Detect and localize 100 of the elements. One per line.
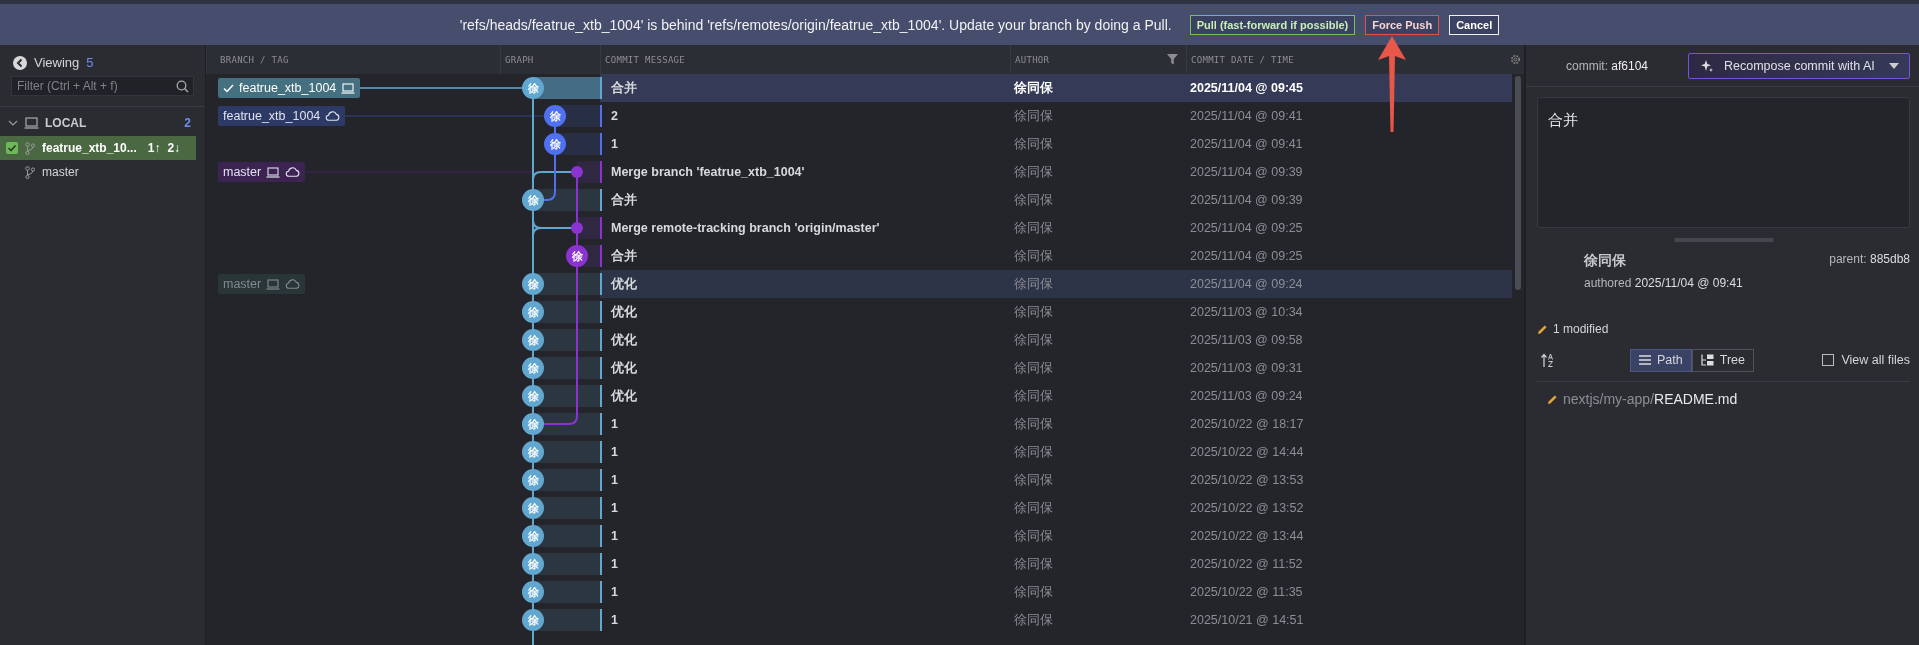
chevron-down-icon[interactable] (8, 119, 18, 127)
viewing-label: Viewing (34, 55, 80, 70)
branch-label[interactable]: featrue_xtb_1004 (218, 78, 361, 98)
commit-row[interactable]: Merge remote-tracking branch 'origin/master' 徐同保 2025/11/04 @ 09:25 (600, 214, 1512, 242)
cancel-button[interactable]: Cancel (1449, 14, 1500, 35)
commit-message: 合并 (600, 189, 1010, 211)
author-name: 徐同保 (1013, 611, 1054, 629)
commit-row[interactable]: 优化 徐同保 2025/11/03 @ 10:34 (600, 298, 1512, 326)
branch-item[interactable]: master (0, 160, 196, 184)
column-title[interactable]: GRAPH (505, 54, 534, 65)
commit-row[interactable]: 合并 徐同保 2025/11/04 @ 09:39 (600, 186, 1512, 214)
commit-date: 2025/11/04 @ 09:24 (1189, 277, 1304, 291)
laptop-icon (24, 117, 39, 129)
modified-count: 1 modified (1553, 322, 1609, 336)
checkbox[interactable] (6, 142, 18, 154)
commit-row[interactable]: 1 徐同保 2025/11/04 @ 09:41 (600, 130, 1512, 158)
branch-name: featrue_xtb_10... (42, 141, 137, 155)
commit-row[interactable]: 1 徐同保 2025/10/22 @ 13:44 (600, 522, 1512, 550)
filter-icon[interactable] (1167, 54, 1178, 65)
branch-label[interactable]: featrue_xtb_1004 (218, 106, 346, 126)
commit-date: 2025/10/22 @ 13:44 (1189, 529, 1305, 543)
behind-count: 2↓ (167, 141, 181, 155)
commit-message: 1 (600, 525, 1010, 547)
back-icon[interactable] (13, 55, 27, 70)
path-view-button[interactable]: Path (1630, 348, 1692, 372)
view-all-files-checkbox[interactable]: View all files (1822, 353, 1910, 367)
commit-row[interactable]: 1 徐同保 2025/10/22 @ 13:52 (600, 494, 1512, 522)
branch-label[interactable]: master (218, 162, 306, 182)
viewing-count: 5 (86, 55, 94, 70)
commit-date: 2025/10/22 @ 13:52 (1189, 501, 1305, 515)
author-name: 徐同保 (1013, 415, 1054, 433)
commit-row[interactable]: 1 徐同保 2025/10/22 @ 14:44 (600, 438, 1512, 466)
ahead-count: 1↑ (147, 141, 161, 155)
commit-message: 优化 (600, 357, 1010, 379)
recompose-ai-button[interactable]: Recompose commit with AI (1688, 52, 1910, 79)
commit-date: 2025/11/03 @ 09:24 (1189, 389, 1304, 403)
file-item[interactable]: nextjs/my-app/README.md (1537, 382, 1910, 407)
column-title[interactable]: COMMIT DATE / TIME (1191, 54, 1294, 65)
cloud-icon (325, 111, 341, 121)
check-icon (223, 83, 234, 93)
commit-row[interactable]: 优化 徐同保 2025/11/04 @ 09:24 (600, 270, 1512, 298)
commit-date: 2025/11/03 @ 10:34 (1189, 305, 1304, 319)
commit-date: 2025/10/22 @ 13:53 (1189, 473, 1305, 487)
sort-icon[interactable] (1541, 352, 1555, 368)
commit-row[interactable]: 1 徐同保 2025/10/22 @ 18:17 (600, 410, 1512, 438)
commit-date: 2025/11/03 @ 09:58 (1189, 333, 1304, 347)
branch-icon (25, 165, 35, 179)
merge-commit-dot[interactable] (571, 222, 583, 234)
pencil-icon (1547, 393, 1558, 405)
commit-message: 优化 (600, 301, 1010, 323)
commit-row[interactable]: 优化 徐同保 2025/11/03 @ 09:24 (600, 382, 1512, 410)
commit-row[interactable]: 1 徐同保 2025/10/21 @ 14:51 (600, 606, 1512, 634)
cloud-icon (285, 167, 301, 177)
author-name: 徐同保 (1013, 359, 1054, 377)
column-title[interactable]: AUTHOR (1015, 54, 1050, 65)
author-name: 徐同保 (1013, 471, 1054, 489)
commit-avatar[interactable]: 徐 (544, 105, 566, 127)
branch-label[interactable]: master (218, 274, 306, 294)
parent-label: parent: (1829, 252, 1867, 266)
settings-icon[interactable] (1509, 54, 1521, 65)
commit-row[interactable]: 合并 徐同保 2025/11/04 @ 09:45 (600, 74, 1512, 102)
caret-icon (1889, 62, 1899, 69)
commit-avatar[interactable]: 徐 (566, 245, 588, 267)
force-push-button[interactable]: Force Push (1365, 14, 1440, 35)
commit-message-field[interactable]: 合并 (1537, 97, 1910, 228)
commit-avatar[interactable]: 徐 (544, 133, 566, 155)
author-name: 徐同保 (1013, 163, 1054, 181)
commit-date: 2025/11/04 @ 09:25 (1189, 249, 1304, 263)
branch-name: master (42, 165, 79, 179)
commit-row[interactable]: 1 徐同保 2025/10/22 @ 11:35 (600, 578, 1512, 606)
branch-label-text: master (223, 277, 262, 291)
author-name: 徐同保 (1013, 527, 1054, 545)
parent-id[interactable]: 885db8 (1869, 252, 1910, 266)
section-count: 2 (184, 116, 191, 130)
commit-row[interactable]: Merge branch 'featrue_xtb_1004' 徐同保 2025/11/04 @ 09:39 (600, 158, 1512, 186)
scrollbar[interactable] (1515, 76, 1521, 290)
authored-date: 2025/11/04 @ 09:41 (1634, 276, 1743, 290)
commit-row[interactable]: 优化 徐同保 2025/11/03 @ 09:58 (600, 326, 1512, 354)
commit-row[interactable]: 2 徐同保 2025/11/04 @ 09:41 (600, 102, 1512, 130)
commit-date: 2025/10/22 @ 11:35 (1189, 585, 1304, 599)
commit-message: 1 (600, 413, 1010, 435)
pull-button[interactable]: Pull (fast-forward if possible) (1189, 14, 1356, 35)
commit-date: 2025/11/03 @ 09:31 (1189, 361, 1304, 375)
commit-message: 1 (600, 497, 1010, 519)
commit-row[interactable]: 1 徐同保 2025/10/22 @ 11:52 (600, 550, 1512, 578)
merge-commit-dot[interactable] (571, 166, 583, 178)
column-title[interactable]: COMMIT MESSAGE (605, 54, 686, 65)
branch-item[interactable]: featrue_xtb_10... 1↑ 2↓ (0, 136, 196, 160)
commit-row[interactable]: 1 徐同保 2025/10/22 @ 13:53 (600, 466, 1512, 494)
tree-view-button[interactable]: Tree (1691, 348, 1754, 372)
search-icon (176, 80, 189, 93)
commit-row[interactable]: 优化 徐同保 2025/11/03 @ 09:31 (600, 354, 1512, 382)
commit-message: 1 (600, 441, 1010, 463)
list-icon (1639, 355, 1651, 365)
commit-row[interactable]: 合并 徐同保 2025/11/04 @ 09:25 (600, 242, 1512, 270)
author-name: 徐同保 (1013, 331, 1054, 349)
section-title[interactable]: LOCAL (45, 116, 87, 130)
commit-date: 2025/11/04 @ 09:39 (1189, 165, 1304, 179)
column-title[interactable]: BRANCH / TAG (220, 54, 289, 65)
filter-field[interactable]: Filter (Ctrl + Alt + f) (11, 76, 194, 96)
